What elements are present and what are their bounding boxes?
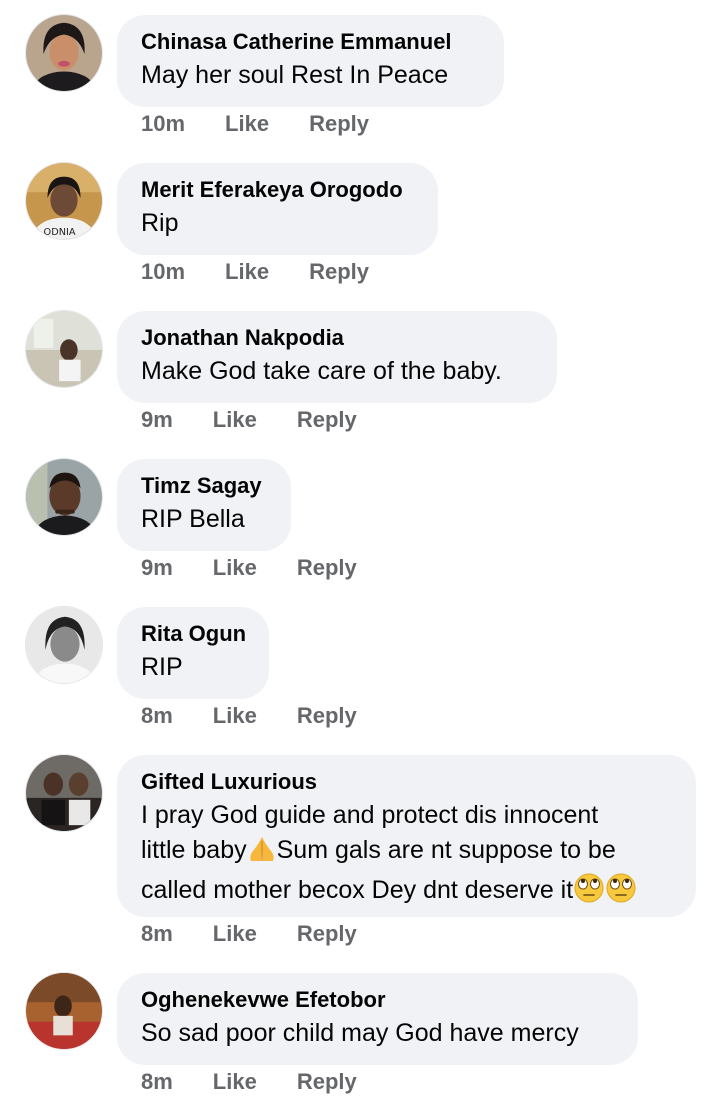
comment-bubble: Oghenekevwe Efetobor So sad poor child m… <box>117 973 638 1065</box>
reply-button[interactable]: Reply <box>297 1069 357 1095</box>
svg-text:ODNIA: ODNIA <box>44 227 76 238</box>
avatar[interactable] <box>25 310 103 388</box>
comment-actions: 10m Like Reply <box>141 259 369 285</box>
avatar[interactable] <box>25 14 103 92</box>
comment-text-line: called mother becox Dey dnt deserve it <box>141 873 672 913</box>
comment-author[interactable]: Chinasa Catherine Emmanuel <box>141 28 480 56</box>
comment-timestamp[interactable]: 10m <box>141 259 185 285</box>
comment-timestamp[interactable]: 8m <box>141 921 173 947</box>
reply-button[interactable]: Reply <box>297 921 357 947</box>
comment-author[interactable]: Oghenekevwe Efetobor <box>141 986 614 1014</box>
comment-bubble: Merit Eferakeya Orogodo Rip <box>117 163 438 255</box>
comment-text: So sad poor child may God have mercy <box>141 1019 579 1047</box>
comment-author[interactable]: Jonathan Nakpodia <box>141 324 533 352</box>
comment-timestamp[interactable]: 9m <box>141 555 173 581</box>
avatar[interactable]: ODNIA <box>25 162 103 240</box>
comment-author[interactable]: Timz Sagay <box>141 472 267 500</box>
comment-timestamp[interactable]: 9m <box>141 407 173 433</box>
like-button[interactable]: Like <box>213 407 257 433</box>
comment-text: May her soul Rest In Peace <box>141 61 449 89</box>
avatar[interactable] <box>25 458 103 536</box>
like-button[interactable]: Like <box>213 703 257 729</box>
comment-text-segment: little baby <box>141 836 247 864</box>
comment-bubble: Timz Sagay RIP Bella <box>117 459 291 551</box>
comment-text: I pray God guide and protect dis innocen… <box>141 798 672 913</box>
comment-actions: 9m Like Reply <box>141 407 357 433</box>
comment-text: Rip <box>141 209 179 237</box>
like-button[interactable]: Like <box>225 259 269 285</box>
reply-button[interactable]: Reply <box>297 703 357 729</box>
like-button[interactable]: Like <box>213 555 257 581</box>
like-button[interactable]: Like <box>213 921 257 947</box>
comment-text: Make God take care of the baby. <box>141 357 502 385</box>
comment-bubble: Jonathan Nakpodia Make God take care of … <box>117 311 557 403</box>
folded-hands-emoji <box>247 835 277 873</box>
like-button[interactable]: Like <box>225 111 269 137</box>
comment-timestamp[interactable]: 8m <box>141 1069 173 1095</box>
comment-bubble: Gifted Luxurious I pray God guide and pr… <box>117 755 696 917</box>
comment-actions: 10m Like Reply <box>141 111 369 137</box>
avatar[interactable] <box>25 606 103 684</box>
comment-text-segment: called mother becox Dey dnt deserve it <box>141 876 574 904</box>
reply-button[interactable]: Reply <box>297 407 357 433</box>
avatar[interactable] <box>25 972 103 1050</box>
comment-timestamp[interactable]: 8m <box>141 703 173 729</box>
like-button[interactable]: Like <box>213 1069 257 1095</box>
comment-author[interactable]: Merit Eferakeya Orogodo <box>141 176 414 204</box>
comment-text-line: little baby Sum gals are nt suppose to be <box>141 833 672 873</box>
comment-text: RIP <box>141 653 183 681</box>
reply-button[interactable]: Reply <box>297 555 357 581</box>
reply-button[interactable]: Reply <box>309 259 369 285</box>
comment-text: RIP Bella <box>141 505 245 533</box>
comment-author[interactable]: Gifted Luxurious <box>141 768 672 796</box>
comment-timestamp[interactable]: 10m <box>141 111 185 137</box>
avatar[interactable] <box>25 754 103 832</box>
comment-actions: 8m Like Reply <box>141 1069 357 1095</box>
comment-bubble: Rita Ogun RIP <box>117 607 269 699</box>
face-with-rolling-eyes-emoji <box>573 873 605 913</box>
comment-text-line: I pray God guide and protect dis innocen… <box>141 801 599 829</box>
comment-actions: 8m Like Reply <box>141 921 357 947</box>
comment-bubble: Chinasa Catherine Emmanuel May her soul … <box>117 15 504 107</box>
comment-actions: 8m Like Reply <box>141 703 357 729</box>
comment-actions: 9m Like Reply <box>141 555 357 581</box>
comment-author[interactable]: Rita Ogun <box>141 620 246 648</box>
face-with-rolling-eyes-emoji <box>605 873 637 913</box>
reply-button[interactable]: Reply <box>309 111 369 137</box>
comment-text-segment: Sum gals are nt suppose to be <box>276 836 616 864</box>
